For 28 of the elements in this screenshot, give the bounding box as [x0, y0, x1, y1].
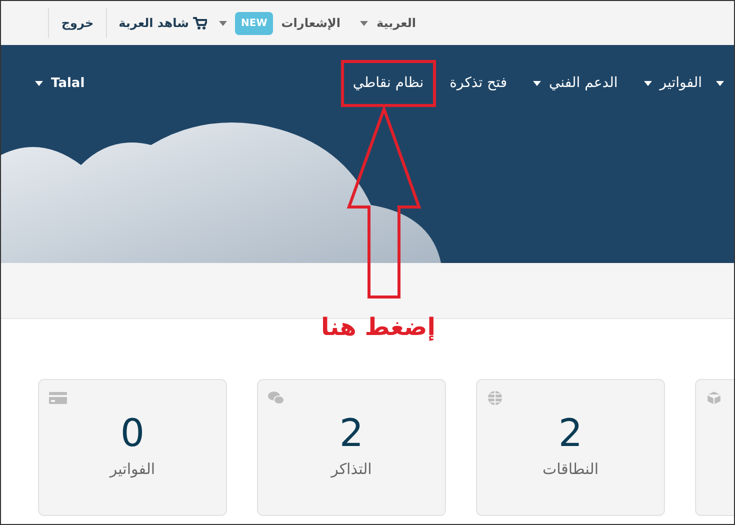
- stat-value: 0: [120, 410, 145, 456]
- cart-link[interactable]: شاهد العربة: [118, 14, 207, 32]
- caret-icon: [716, 81, 724, 86]
- logout-link[interactable]: خروج: [61, 14, 94, 32]
- user-menu[interactable]: Talal: [35, 74, 85, 94]
- stat-label: التذاكر: [331, 459, 372, 480]
- globe-icon: [487, 390, 503, 406]
- stat-value: 2: [339, 410, 364, 456]
- nav-link[interactable]: الفواتير: [632, 60, 714, 107]
- caret-icon: [360, 20, 368, 26]
- nav-link[interactable]: الدعم الفني: [521, 60, 630, 107]
- caret-icon: [219, 20, 227, 26]
- new-badge: NEW: [235, 12, 274, 34]
- stat-value: 2: [558, 410, 583, 456]
- credit-card-icon: [49, 390, 67, 406]
- cube-icon: [706, 390, 722, 406]
- chat-icon: [268, 390, 284, 406]
- stat-label: النطاقات: [542, 459, 598, 480]
- notifications-link[interactable]: الإشعارات: [281, 14, 340, 32]
- stat-label: الفواتير: [110, 459, 156, 480]
- nav-link[interactable]: فتح تذكرة: [438, 60, 520, 107]
- caret-icon: [533, 81, 542, 86]
- caret-icon: [35, 81, 43, 86]
- language-dropdown[interactable]: العربية: [360, 14, 416, 32]
- cart-icon: [193, 16, 207, 30]
- annotation-text: إضغط هنا: [321, 312, 436, 343]
- nav-link[interactable]: نظام نقاطي: [340, 60, 436, 107]
- caret-icon: [644, 81, 652, 86]
